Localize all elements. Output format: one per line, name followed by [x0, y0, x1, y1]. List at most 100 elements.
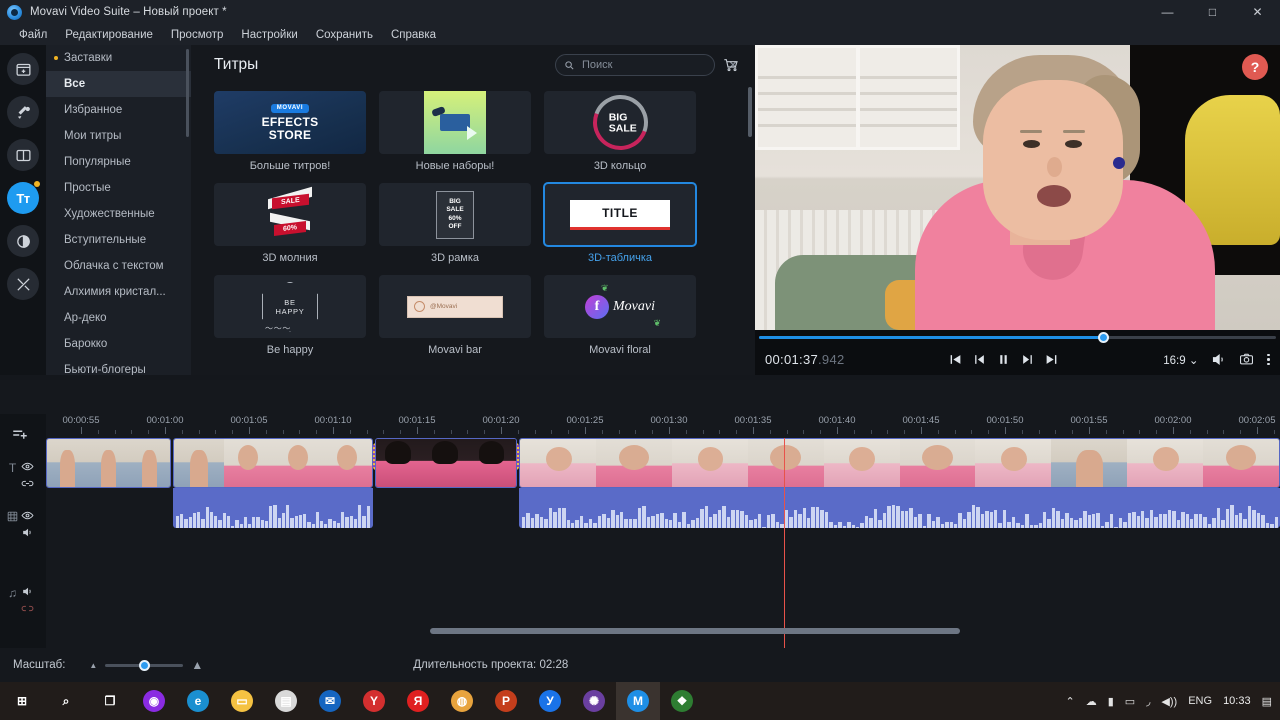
titles-icon[interactable]: Тт [7, 181, 40, 214]
title-card-1[interactable]: Новые наборы! [379, 91, 531, 172]
audio-waveform-4[interactable] [519, 488, 1280, 528]
video-clip-4[interactable] [519, 438, 1280, 488]
title-card-0[interactable]: MOVAVI EFFECTS STORE Больше титров! [214, 91, 366, 172]
cloud-icon[interactable]: ☁ [1086, 695, 1097, 708]
menu-view[interactable]: Просмотр [162, 27, 233, 43]
maximize-button[interactable]: □ [1190, 0, 1235, 24]
search-input[interactable] [582, 59, 724, 71]
eye-icon[interactable] [21, 460, 34, 473]
explorer-app[interactable]: ▭ [220, 682, 264, 720]
step-forward-icon[interactable] [1021, 353, 1034, 366]
category-item-4[interactable]: Популярные [46, 149, 191, 175]
category-item-5[interactable]: Простые [46, 175, 191, 201]
volume-icon[interactable] [1211, 352, 1226, 367]
wifi-icon[interactable]: ◞ [1146, 695, 1150, 708]
menu-settings[interactable]: Настройки [232, 27, 306, 43]
more-options-icon[interactable] [1267, 353, 1270, 366]
import-icon[interactable] [7, 53, 39, 85]
step-back-icon[interactable] [973, 353, 986, 366]
timeline-horizontal-scrollbar[interactable] [430, 628, 960, 634]
seek-bar[interactable] [755, 330, 1280, 344]
video-preview[interactable]: ? [755, 45, 1280, 330]
category-item-0[interactable]: Заставки [46, 45, 191, 71]
title-card-4[interactable]: BIG SALE 60% OFF 3D рамка [379, 183, 531, 264]
zoom-out-icon[interactable]: ▲ [89, 661, 97, 670]
snapshot-icon[interactable] [1239, 352, 1254, 367]
title-card-2[interactable]: BIG SALE 3D кольцо [544, 91, 696, 172]
edge-app[interactable]: e [176, 682, 220, 720]
speaker-icon[interactable] [21, 526, 34, 539]
aspect-ratio-selector[interactable]: 16:9 ⌄ [1163, 353, 1198, 367]
photos-app[interactable]: ❖ [660, 682, 704, 720]
eye-icon[interactable] [21, 509, 34, 522]
pinwheel-app[interactable]: ✺ [572, 682, 616, 720]
transitions-icon[interactable] [7, 139, 39, 171]
chrome-app[interactable]: ◍ [440, 682, 484, 720]
category-item-11[interactable]: Барокко [46, 331, 191, 357]
category-item-9[interactable]: Алхимия кристал... [46, 279, 191, 305]
speaker-icon[interactable] [21, 585, 34, 598]
browser-scrollbar[interactable] [748, 87, 752, 137]
zoom-slider-handle[interactable] [139, 659, 151, 671]
skip-end-icon[interactable] [1045, 353, 1058, 366]
zoom-slider-track[interactable] [105, 659, 184, 671]
title-card-7[interactable]: @Movavi Movavi bar [379, 275, 531, 356]
add-track-icon[interactable] [11, 426, 29, 449]
mail-app[interactable]: ✉ [308, 682, 352, 720]
help-icon[interactable]: ? [1242, 54, 1268, 80]
title-card-8[interactable]: ❦ ❦ f Movavi Movavi floral [544, 275, 696, 356]
cart-icon[interactable] [723, 57, 739, 73]
yandex-app[interactable]: Я [396, 682, 440, 720]
search-box[interactable]: ✕ [555, 54, 738, 76]
menu-save[interactable]: Сохранить [307, 27, 382, 43]
usb-icon[interactable]: ▮ [1108, 695, 1114, 708]
zoom-in-icon[interactable]: ▲ [191, 658, 203, 672]
movavi-app[interactable]: M [616, 682, 660, 720]
category-item-6[interactable]: Художественные [46, 201, 191, 227]
cortana-app[interactable]: ◉ [132, 682, 176, 720]
powerpoint-app[interactable]: P [484, 682, 528, 720]
menu-edit[interactable]: Редактирование [56, 27, 162, 43]
language-indicator[interactable]: ENG [1188, 695, 1212, 707]
category-item-3[interactable]: Мои титры [46, 123, 191, 149]
category-scrollbar[interactable] [186, 49, 189, 137]
close-button[interactable]: ✕ [1235, 0, 1280, 24]
tools-icon[interactable] [7, 268, 39, 300]
playhead[interactable] [784, 438, 785, 648]
filters-icon[interactable] [7, 225, 39, 257]
video-clip-3[interactable] [375, 438, 517, 488]
yandex-disk-app[interactable]: У [528, 682, 572, 720]
category-item-10[interactable]: Ар-деко [46, 305, 191, 331]
seek-track[interactable] [759, 331, 1276, 343]
show-hidden-icons[interactable]: ⌃ [1065, 695, 1074, 708]
minimize-button[interactable]: — [1145, 0, 1190, 24]
video-clip-2[interactable] [173, 438, 373, 488]
search-icon[interactable]: ⌕ [44, 682, 88, 720]
menu-file[interactable]: Файл [10, 27, 56, 43]
audio-waveform-2[interactable] [173, 488, 373, 528]
category-item-1[interactable]: Все [46, 71, 191, 97]
battery-icon[interactable]: ▭ [1125, 695, 1135, 708]
unlink-icon[interactable] [21, 602, 34, 615]
category-item-12[interactable]: Бьюти-блогеры [46, 357, 191, 375]
magic-wand-icon[interactable] [7, 96, 39, 128]
timeline-ruler[interactable]: 00:00:55 00:01:00 00:01:05 00:01:10 00:0… [46, 414, 1280, 438]
store-app[interactable]: ▤ [264, 682, 308, 720]
link-icon[interactable] [21, 477, 34, 490]
title-card-6[interactable]: BE 〜〜〜 HAPPY Be happy [214, 275, 366, 356]
title-card-3[interactable]: SALE 60% 3D молния [214, 183, 366, 264]
skip-start-icon[interactable] [949, 353, 962, 366]
seek-handle[interactable] [1097, 331, 1109, 343]
task-view-icon[interactable]: ❐ [88, 682, 132, 720]
title-card-5[interactable]: TITLE 3D-табличка [543, 182, 697, 264]
volume-tray-icon[interactable]: ◀)) [1161, 695, 1177, 708]
notifications-icon[interactable]: ▤ [1262, 695, 1272, 708]
menu-help[interactable]: Справка [382, 27, 445, 43]
pause-icon[interactable] [997, 353, 1010, 366]
start-button[interactable]: ⊞ [0, 682, 44, 720]
category-item-7[interactable]: Вступительные [46, 227, 191, 253]
category-item-8[interactable]: Облачка с текстом [46, 253, 191, 279]
video-clip-1[interactable] [46, 438, 171, 488]
yandex-browser-app[interactable]: Y [352, 682, 396, 720]
clock[interactable]: 10:33 [1223, 695, 1251, 707]
